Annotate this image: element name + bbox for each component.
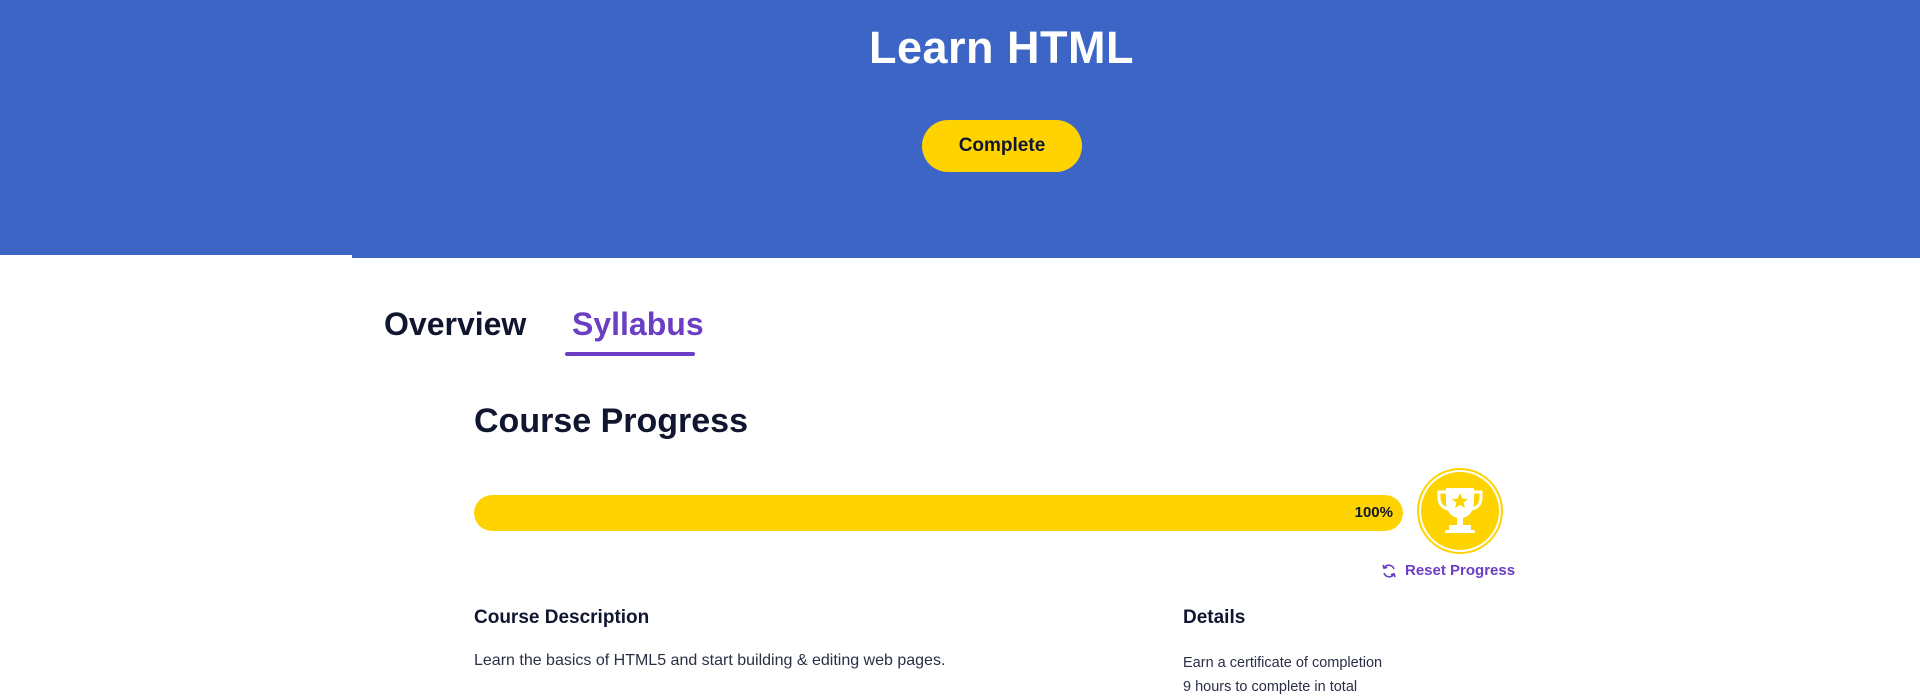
course-title: Learn HTML	[868, 22, 1134, 73]
details-item: Earn a certificate of completion	[1183, 655, 1383, 671]
complete-button[interactable]: Complete	[922, 120, 1082, 172]
tab-syllabus[interactable]: Syllabus	[572, 306, 704, 343]
progress-bar: 100%	[474, 495, 1403, 531]
reset-progress-label: Reset Progress	[1405, 562, 1516, 579]
trophy-badge	[1419, 470, 1501, 552]
progress-fill	[474, 495, 1403, 531]
trophy-icon	[1437, 488, 1483, 533]
active-tab-indicator	[565, 352, 695, 356]
details-title: Details	[1183, 607, 1246, 628]
details-list: Earn a certificate of completion 9 hours…	[1183, 651, 1382, 699]
tab-overview[interactable]: Overview	[384, 306, 526, 343]
details-item: 9 hours to complete in total	[1183, 679, 1358, 695]
hero-divider	[0, 255, 352, 258]
course-description-text: Learn the basics of HTML5 and start buil…	[474, 652, 946, 669]
course-progress-title: Course Progress	[474, 402, 748, 440]
course-description-title: Course Description	[474, 607, 650, 628]
reset-progress-button[interactable]: Reset Progress	[1381, 562, 1515, 579]
course-hero: Learn HTML Complete	[0, 0, 1920, 258]
progress-percent: 100%	[1354, 504, 1393, 521]
refresh-icon	[1382, 563, 1396, 578]
